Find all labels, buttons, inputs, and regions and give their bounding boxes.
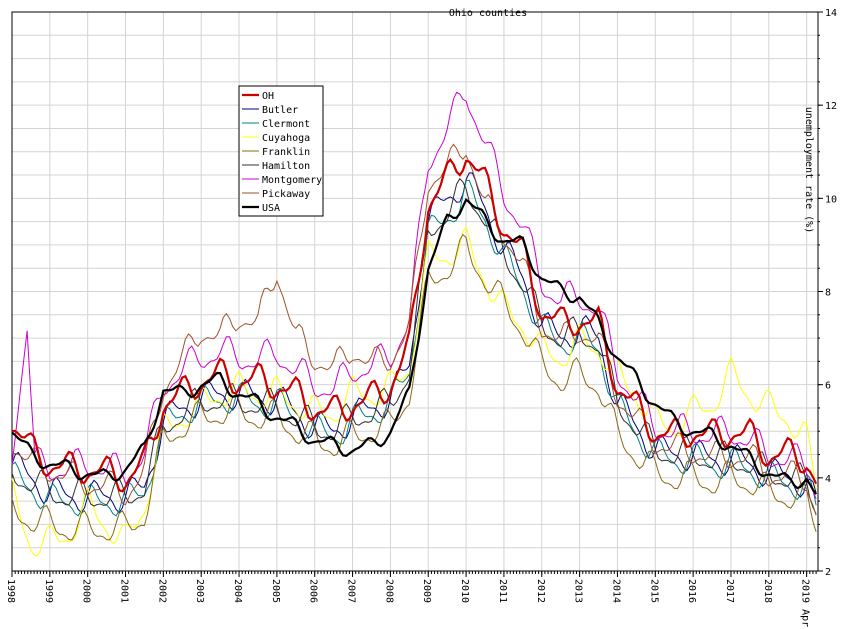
x-tick-label: 2004 xyxy=(232,579,243,603)
x-tick-label: 2016 xyxy=(686,579,697,603)
y-tick-label: 8 xyxy=(825,288,831,299)
x-tick-label: 2001 xyxy=(119,579,130,603)
x-tick-label: 2011 xyxy=(497,579,508,603)
x-tick-label: 2005 xyxy=(270,579,281,603)
series-line-clermont xyxy=(11,179,817,517)
x-tick-label: 2019 Apr xyxy=(800,579,811,627)
legend-label-franklin: Franklin xyxy=(262,147,310,158)
unemployment-chart: Ohio counties 1998 1999 2000 2001 2002 2003 20… xyxy=(5,8,837,627)
x-axis: 1998 1999 2000 2001 2002 2003 2004 2005 2006 2007… xyxy=(5,570,818,627)
x-tick-label: 2014 xyxy=(610,579,621,603)
legend-label-oh: OH xyxy=(262,91,274,102)
x-tick-label: 2018 xyxy=(762,579,773,603)
y-tick-label: 6 xyxy=(825,381,831,392)
y-tick-label: 2 xyxy=(825,567,831,578)
x-tick-label: 2013 xyxy=(573,579,584,603)
legend: OH Butler Clermont Cuyahoga Franklin Hamilton… xyxy=(238,85,324,217)
series-line-oh xyxy=(11,157,818,493)
legend-label-clermont: Clermont xyxy=(262,119,310,130)
x-tick-label: 2015 xyxy=(648,579,659,603)
legend-label-butler: Butler xyxy=(262,105,298,116)
y-axis-label: unemployment rate (%) xyxy=(803,107,814,233)
series-line-franklin xyxy=(11,233,817,541)
x-tick-label: 2010 xyxy=(459,579,470,603)
y-tick-label: 14 xyxy=(825,8,837,19)
legend-label-cuyahoga: Cuyahoga xyxy=(262,133,310,144)
chart-title: Ohio counties xyxy=(449,8,527,19)
x-tick-label: 2007 xyxy=(346,579,357,603)
y-axis: 2 4 6 8 10 12 14 xyxy=(818,8,837,578)
y-tick-label: 4 xyxy=(825,474,831,485)
x-tick-label: 2009 xyxy=(421,579,432,603)
legend-label-montgomery: Montgomery xyxy=(262,175,322,186)
legend-label-usa: USA xyxy=(262,203,280,214)
series-layer xyxy=(11,91,818,557)
x-tick-label: 2012 xyxy=(535,579,546,603)
y-tick-label: 12 xyxy=(825,101,837,112)
x-tick-label: 2017 xyxy=(724,579,735,603)
x-tick-label: 1999 xyxy=(43,579,54,603)
x-tick-label: 1998 xyxy=(5,579,16,603)
x-tick-label: 2003 xyxy=(194,579,205,603)
legend-label-pickaway: Pickaway xyxy=(262,189,310,200)
y-tick-label: 10 xyxy=(825,194,837,205)
x-tick-label: 2008 xyxy=(383,579,394,603)
legend-label-hamilton: Hamilton xyxy=(262,161,310,172)
x-tick-label: 2000 xyxy=(81,579,92,603)
x-tick-label: 2006 xyxy=(308,579,319,603)
x-tick-label: 2002 xyxy=(156,579,167,603)
